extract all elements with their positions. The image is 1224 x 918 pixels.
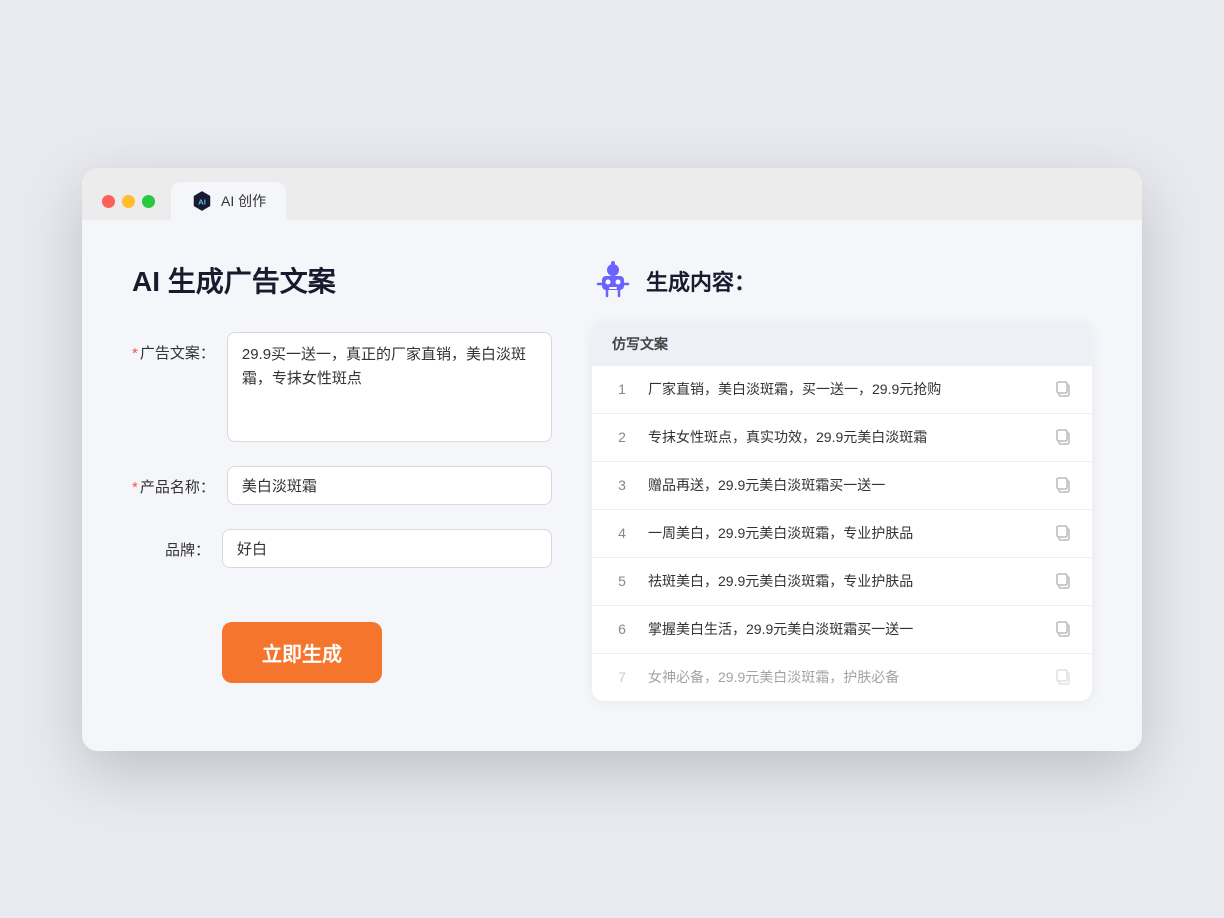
traffic-light-minimize[interactable] — [122, 195, 135, 208]
right-panel: 生成内容： 仿写文案 1 厂家直销，美白淡斑霜，买一送一，29.9元抢购 2 专… — [592, 260, 1092, 701]
row-text: 专抹女性斑点，真实功效，29.9元美白淡斑霜 — [648, 427, 1038, 448]
browser-content: AI 生成广告文案 *广告文案： 29.9买一送一，真正的厂家直销，美白淡斑霜，… — [82, 220, 1142, 751]
brand-group: 品牌： — [132, 529, 552, 568]
row-num: 5 — [612, 573, 632, 589]
copy-icon[interactable] — [1054, 572, 1072, 590]
product-name-label: *产品名称： — [132, 466, 227, 497]
result-row: 5 祛斑美白，29.9元美白淡斑霜，专业护肤品 — [592, 558, 1092, 606]
required-star-2: * — [132, 479, 138, 496]
svg-text:AI: AI — [198, 197, 206, 206]
result-row: 2 专抹女性斑点，真实功效，29.9元美白淡斑霜 — [592, 414, 1092, 462]
brand-input[interactable] — [222, 529, 552, 568]
browser-tab[interactable]: AI AI 创作 — [171, 182, 286, 220]
ad-copy-input[interactable]: 29.9买一送一，真正的厂家直销，美白淡斑霜，专抹女性斑点 — [227, 332, 552, 442]
traffic-light-close[interactable] — [102, 195, 115, 208]
browser-window: AI AI 创作 AI 生成广告文案 *广告文案： 29.9买一送一，真正的厂家… — [82, 168, 1142, 751]
required-star-1: * — [132, 345, 138, 362]
row-num: 3 — [612, 477, 632, 493]
row-num: 4 — [612, 525, 632, 541]
result-row: 7 女神必备，29.9元美白淡斑霜，护肤必备 — [592, 654, 1092, 701]
result-header: 生成内容： — [592, 260, 1092, 302]
row-num: 7 — [612, 669, 632, 685]
row-num: 6 — [612, 621, 632, 637]
traffic-light-maximize[interactable] — [142, 195, 155, 208]
left-panel: AI 生成广告文案 *广告文案： 29.9买一送一，真正的厂家直销，美白淡斑霜，… — [132, 260, 552, 701]
copy-icon[interactable] — [1054, 524, 1072, 542]
brand-label: 品牌： — [132, 529, 222, 560]
copy-icon[interactable] — [1054, 428, 1072, 446]
ad-copy-label: *广告文案： — [132, 332, 227, 363]
result-title: 生成内容： — [646, 265, 756, 297]
copy-icon[interactable] — [1054, 380, 1072, 398]
row-text: 赠品再送，29.9元美白淡斑霜买一送一 — [648, 475, 1038, 496]
ad-copy-group: *广告文案： 29.9买一送一，真正的厂家直销，美白淡斑霜，专抹女性斑点 — [132, 332, 552, 442]
row-text: 祛斑美白，29.9元美白淡斑霜，专业护肤品 — [648, 571, 1038, 592]
result-row: 1 厂家直销，美白淡斑霜，买一送一，29.9元抢购 — [592, 366, 1092, 414]
tab-label: AI 创作 — [221, 191, 266, 211]
page-title: AI 生成广告文案 — [132, 260, 552, 300]
ai-tab-icon: AI — [191, 190, 213, 212]
product-name-group: *产品名称： — [132, 466, 552, 505]
row-text: 掌握美白生活，29.9元美白淡斑霜买一送一 — [648, 619, 1038, 640]
traffic-lights — [102, 195, 155, 208]
copy-icon[interactable] — [1054, 476, 1072, 494]
product-name-input[interactable] — [227, 466, 552, 505]
row-num: 2 — [612, 429, 632, 445]
result-row: 3 赠品再送，29.9元美白淡斑霜买一送一 — [592, 462, 1092, 510]
result-row: 6 掌握美白生活，29.9元美白淡斑霜买一送一 — [592, 606, 1092, 654]
generate-button[interactable]: 立即生成 — [222, 622, 382, 683]
row-text: 一周美白，29.9元美白淡斑霜，专业护肤品 — [648, 523, 1038, 544]
result-row: 4 一周美白，29.9元美白淡斑霜，专业护肤品 — [592, 510, 1092, 558]
row-text: 厂家直销，美白淡斑霜，买一送一，29.9元抢购 — [648, 379, 1038, 400]
copy-icon[interactable] — [1054, 620, 1072, 638]
result-table-header: 仿写文案 — [592, 322, 1092, 366]
result-table: 仿写文案 1 厂家直销，美白淡斑霜，买一送一，29.9元抢购 2 专抹女性斑点，… — [592, 322, 1092, 701]
copy-icon[interactable] — [1054, 668, 1072, 686]
row-text: 女神必备，29.9元美白淡斑霜，护肤必备 — [648, 667, 1038, 688]
robot-icon — [592, 260, 634, 302]
browser-titlebar: AI AI 创作 — [82, 168, 1142, 220]
row-num: 1 — [612, 381, 632, 397]
